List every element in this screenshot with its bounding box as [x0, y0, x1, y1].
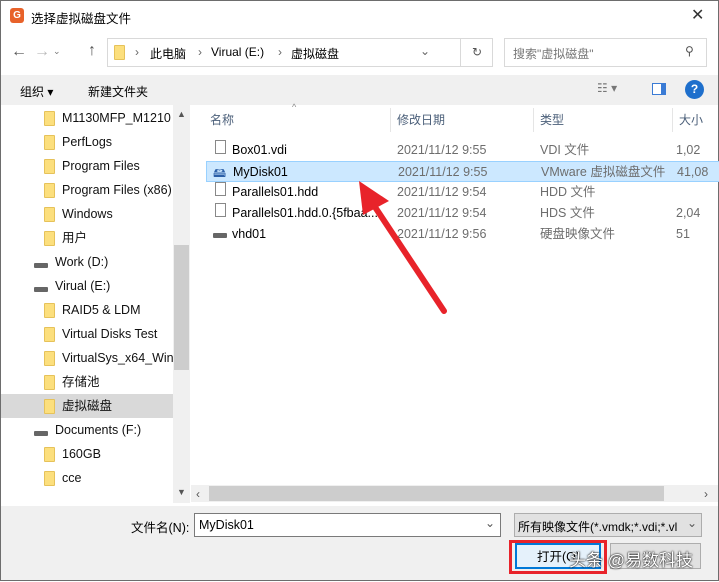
file-open-dialog: G 选择虚拟磁盘文件 ✕ ← → ⌄ ↑ › 此电脑 › Virual (E:)…: [0, 0, 719, 581]
red-arrow-annotation: [359, 181, 447, 314]
